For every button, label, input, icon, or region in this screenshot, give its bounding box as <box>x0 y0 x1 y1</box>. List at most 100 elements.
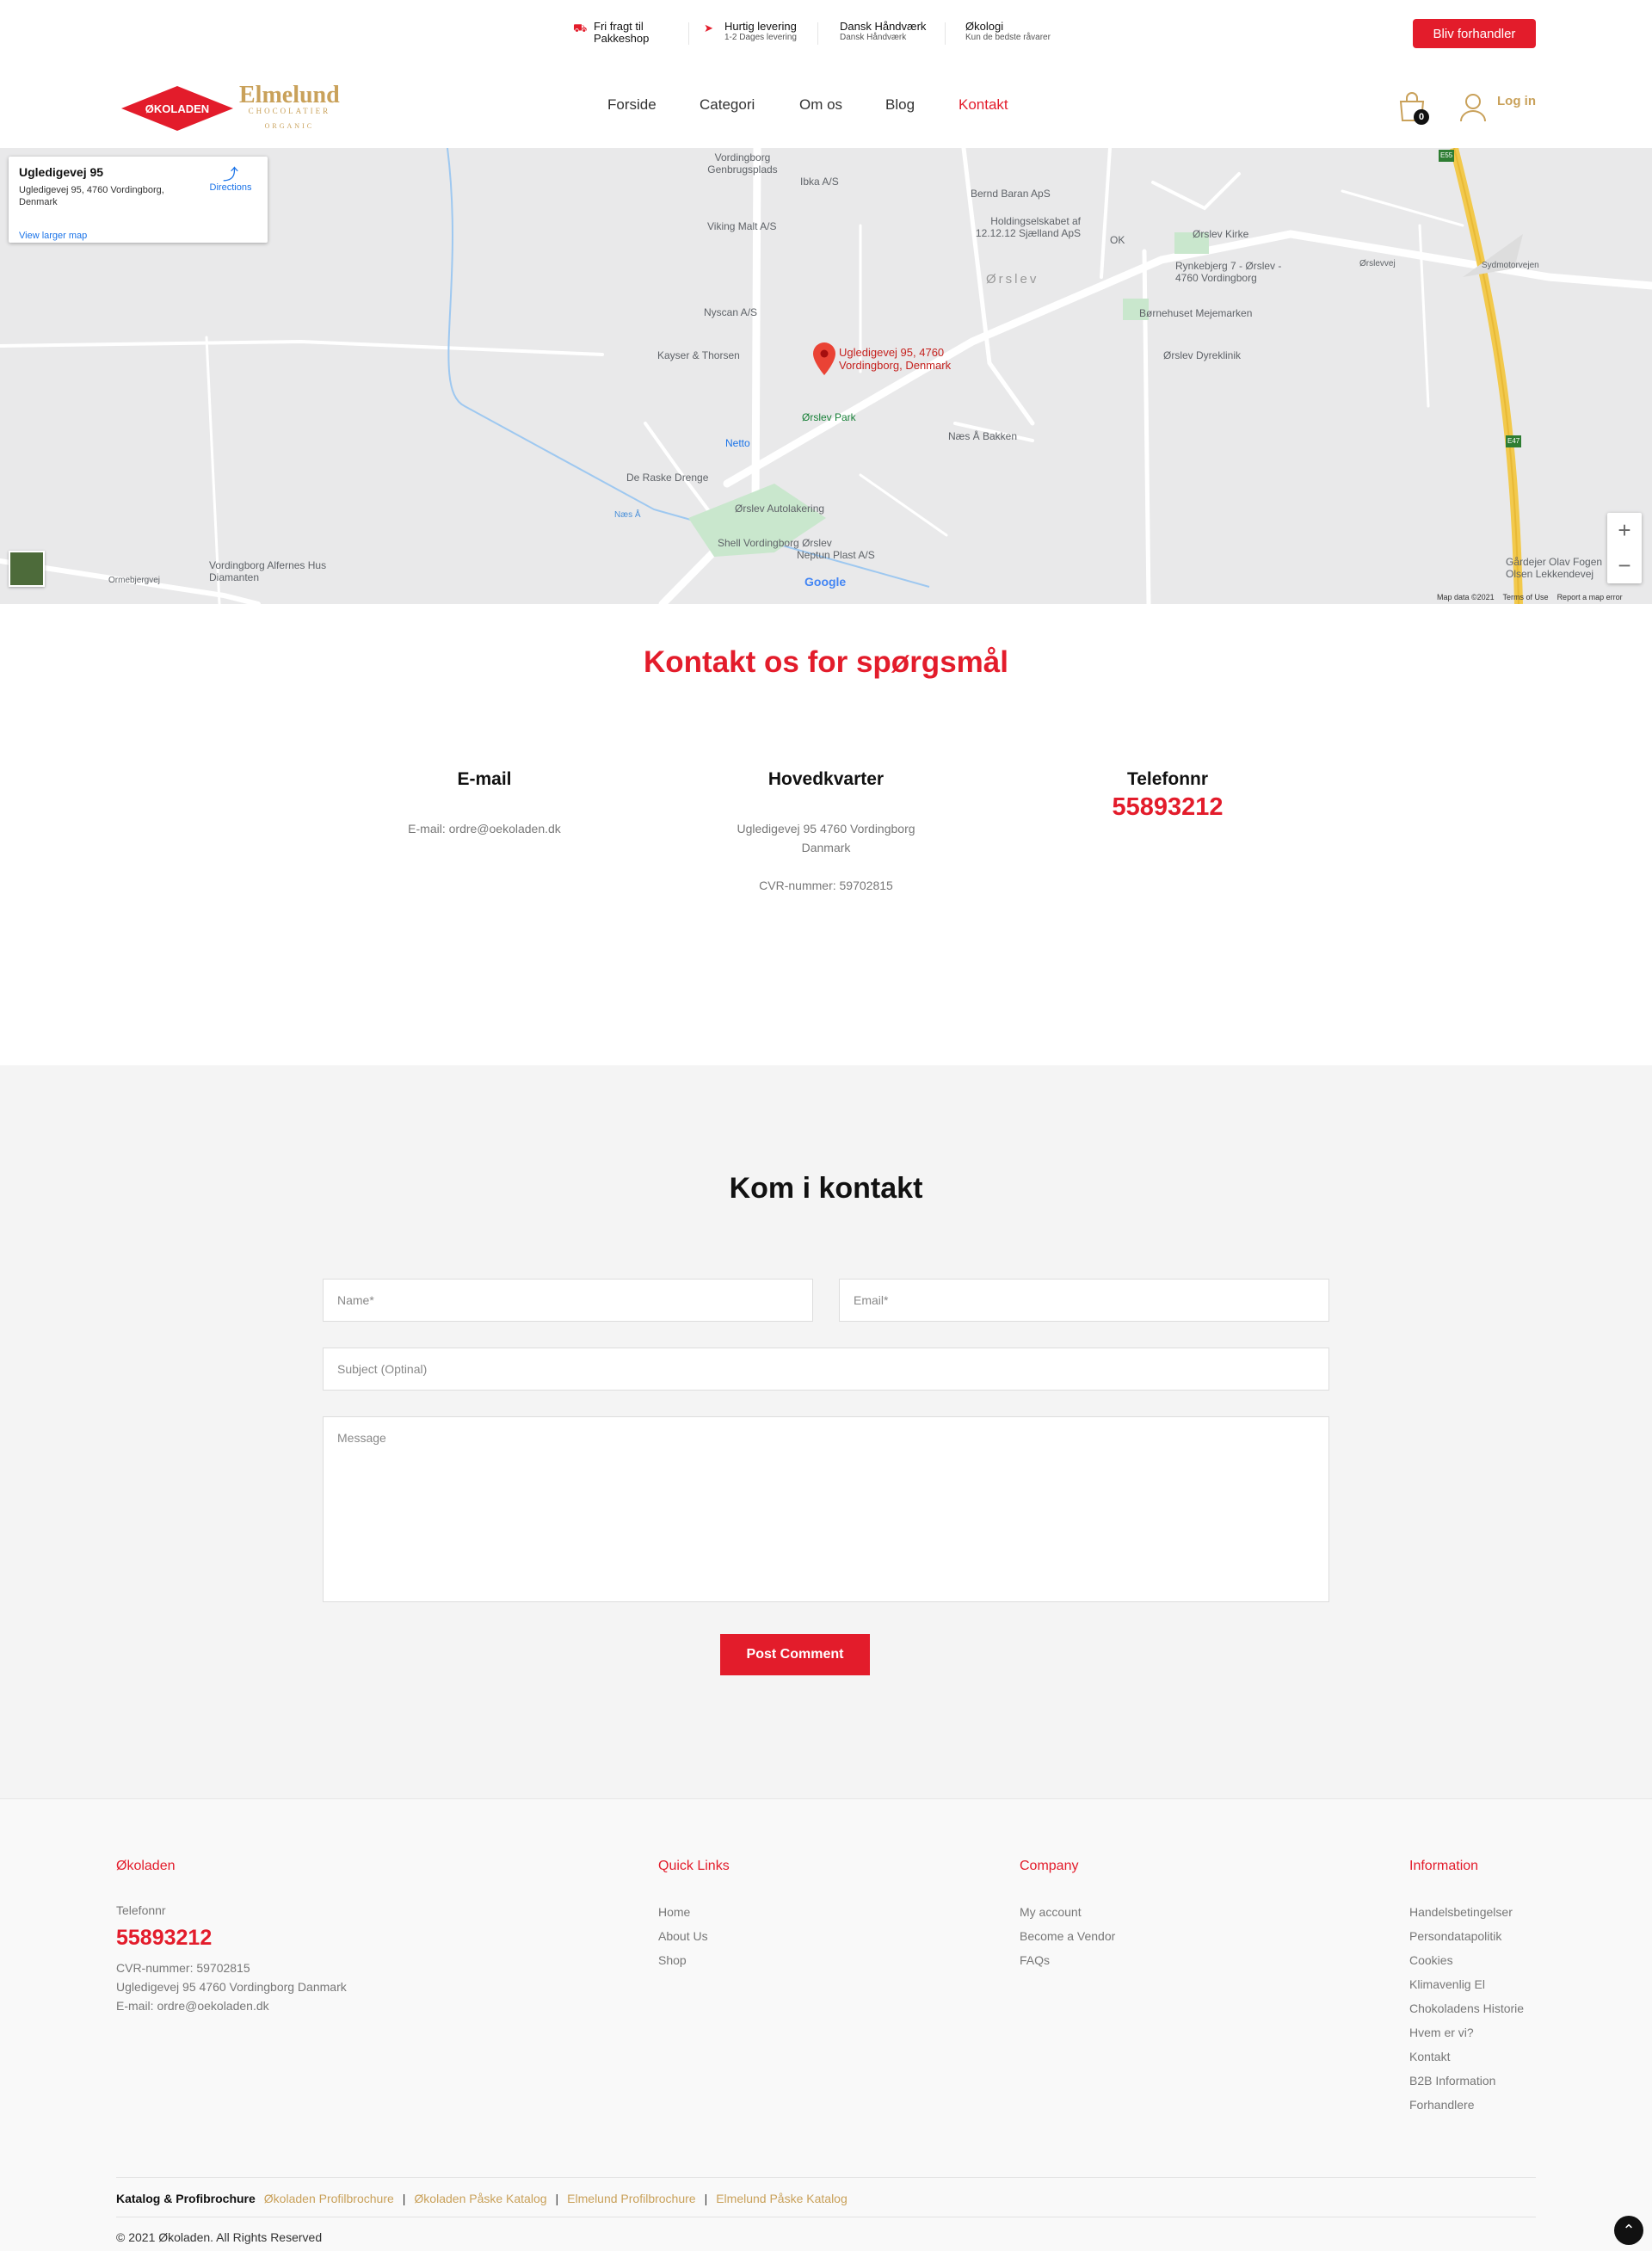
footer-address: Ugledigevej 95 4760 Vordingborg Danmark <box>116 1980 347 1994</box>
elmelund-logo[interactable]: Elmelund CHOCOLATIER ORGANIC <box>239 82 340 131</box>
name-input[interactable]: Name* <box>323 1279 813 1322</box>
rocket-icon: ➤ <box>704 22 713 34</box>
map-place[interactable]: Gårdejer Olav Fogen Olsen Lekkendevej <box>1506 556 1609 580</box>
footer-link-cookies[interactable]: Cookies <box>1409 1948 1524 1972</box>
footer-link-home[interactable]: Home <box>658 1900 708 1924</box>
hq-address-line1: Ugledigevej 95 4760 Vordingborg <box>737 822 915 836</box>
divider <box>688 22 689 45</box>
zoom-in-button[interactable]: + <box>1607 513 1642 548</box>
become-dealer-button[interactable]: Bliv forhandler <box>1413 19 1536 48</box>
zoom-out-button[interactable]: − <box>1607 548 1642 583</box>
post-comment-button[interactable]: Post Comment <box>720 1634 870 1675</box>
map-place[interactable]: Bernd Baran ApS <box>971 188 1051 200</box>
logo-text: ØKOLADEN <box>145 102 209 115</box>
embedded-map[interactable]: Ugledigevej 95 Ugledigevej 95, 4760 Vord… <box>0 148 1652 604</box>
truck-icon: ⛟ <box>573 22 588 34</box>
footer-link-faqs[interactable]: FAQs <box>1020 1948 1115 1972</box>
scroll-to-top-button[interactable]: ⌃ <box>1614 2216 1643 2245</box>
zoom-controls: + − <box>1607 513 1642 583</box>
quick-links-heading: Quick Links <box>658 1859 730 1873</box>
catalog-label: Katalog & Profibrochure <box>116 2192 256 2205</box>
map-place[interactable]: Viking Malt A/S <box>707 220 776 232</box>
phone-link[interactable]: 55893212 <box>1013 793 1322 822</box>
footer-link-persondatapolitik[interactable]: Persondatapolitik <box>1409 1924 1524 1948</box>
map-place[interactable]: Kayser & Thorsen <box>657 349 740 361</box>
map-place[interactable]: Holdingselskabet af 12.12.12 Sjælland Ap… <box>969 215 1081 239</box>
nav-kontakt[interactable]: Kontakt <box>959 96 1008 114</box>
report-map-error-link[interactable]: Report a map error <box>1557 593 1623 601</box>
nav-categori[interactable]: Categori <box>700 96 755 114</box>
map-place[interactable]: Neptun Plast A/S <box>797 549 875 561</box>
map-place[interactable]: Næs Å Bakken <box>948 430 1017 442</box>
elmelund-organic: ORGANIC <box>264 122 315 130</box>
hq-heading: Hovedkvarter <box>767 769 885 789</box>
footer-link-handelsbetingelser[interactable]: Handelsbetingelser <box>1409 1900 1524 1924</box>
map-place[interactable]: Nyscan A/S <box>704 306 757 318</box>
information-links-list: Handelsbetingelser Persondatapolitik Coo… <box>1409 1900 1524 2117</box>
footer-link-kontakt[interactable]: Kontakt <box>1409 2044 1524 2069</box>
footer-email: E-mail: ordre@oekoladen.dk <box>116 1999 269 2013</box>
copyright-text: © 2021 Økoladen. All Rights Reserved <box>116 2230 323 2244</box>
catalog-link[interactable]: Økoladen Profilbrochure <box>264 2192 394 2205</box>
map-place[interactable]: Ørslev Autolakering <box>735 503 824 515</box>
email-input[interactable]: Email* <box>839 1279 1329 1322</box>
hq-address-line2: Danmark <box>801 841 851 854</box>
footer-link-hvem-er-vi[interactable]: Hvem er vi? <box>1409 2020 1524 2044</box>
map-route-badge: E47 <box>1506 435 1522 447</box>
footer-phone-link[interactable]: 55893212 <box>116 1926 212 1951</box>
catalog-link[interactable]: Elmelund Påske Katalog <box>716 2192 848 2205</box>
map-place[interactable]: Shell Vordingborg Ørslev <box>718 537 832 549</box>
usp-craft: Dansk Håndværk Dansk Håndværk <box>840 21 926 43</box>
message-textarea[interactable]: Message <box>323 1416 1329 1602</box>
footer-link-forhandlere[interactable]: Forhandlere <box>1409 2093 1524 2117</box>
elmelund-name: Elmelund <box>239 82 340 108</box>
catalog-link[interactable]: Elmelund Profilbrochure <box>567 2192 695 2205</box>
map-place[interactable]: Ørslev Dyreklinik <box>1163 349 1241 361</box>
quick-links-list: Home About Us Shop <box>658 1900 708 1972</box>
chevron-up-icon: ⌃ <box>1622 2221 1636 2239</box>
map-place[interactable]: Vordingborg Alfernes Hus Diamanten <box>209 559 330 583</box>
map-road: Sydmotorvejen <box>1482 261 1539 270</box>
footer-brand-heading: Økoladen <box>116 1859 176 1873</box>
map-data-text: Map data ©2021 <box>1437 593 1495 601</box>
elmelund-sub: CHOCOLATIER <box>248 107 331 115</box>
footer-link-chokoladens-historie[interactable]: Chokoladens Historie <box>1409 1996 1524 2020</box>
map-place[interactable]: Ørslev Park <box>802 411 856 423</box>
nav-om-os[interactable]: Om os <box>799 96 842 114</box>
terms-link[interactable]: Terms of Use <box>1503 593 1549 601</box>
subject-input[interactable]: Subject (Optinal) <box>323 1348 1329 1391</box>
email-text: E-mail: ordre@oekoladen.dk <box>408 822 561 836</box>
usp-title: Fri fragt til <box>594 20 644 33</box>
map-town: Ørslev <box>986 272 1039 287</box>
company-heading: Company <box>1020 1859 1079 1873</box>
map-place[interactable]: OK <box>1110 234 1125 246</box>
google-logo: Google <box>804 575 847 589</box>
footer-phone-label: Telefonnr <box>116 1903 166 1917</box>
footer-link-about[interactable]: About Us <box>658 1924 708 1948</box>
map-place[interactable]: Ørslev Kirke <box>1193 228 1248 240</box>
map-place[interactable]: Børnehuset Mejemarken <box>1139 307 1252 319</box>
okoladen-logo[interactable]: ØKOLADEN <box>121 86 233 135</box>
separator: | <box>402 2192 406 2205</box>
map-place[interactable]: De Raske Drenge <box>626 472 708 484</box>
account-button[interactable] <box>1459 93 1487 126</box>
footer-link-become-vendor[interactable]: Become a Vendor <box>1020 1924 1115 1948</box>
footer-link-b2b[interactable]: B2B Information <box>1409 2069 1524 2093</box>
map-footer: Map data ©2021 Terms of Use Report a map… <box>1437 593 1623 601</box>
email-column: E-mail E-mail: ordre@oekoladen.dk <box>330 769 639 838</box>
login-link[interactable]: Log in <box>1497 94 1536 108</box>
divider <box>945 22 946 45</box>
hq-column: Hovedkvarter Ugledigevej 95 4760 Vording… <box>671 769 981 895</box>
footer-link-klimavenlig-el[interactable]: Klimavenlig El <box>1409 1972 1524 1996</box>
map-place[interactable]: Rynkebjerg 7 - Ørslev - 4760 Vordingborg <box>1175 260 1296 284</box>
nav-forside[interactable]: Forside <box>607 96 656 114</box>
nav-blog[interactable]: Blog <box>885 96 915 114</box>
footer-link-shop[interactable]: Shop <box>658 1948 708 1972</box>
satellite-toggle[interactable] <box>9 551 45 587</box>
map-place[interactable]: Ibka A/S <box>800 176 839 188</box>
catalog-link[interactable]: Økoladen Påske Katalog <box>414 2192 546 2205</box>
footer-link-my-account[interactable]: My account <box>1020 1900 1115 1924</box>
footer-divider <box>116 2177 1536 2178</box>
map-place[interactable]: Netto <box>725 437 750 449</box>
map-place[interactable]: Vordingborg Genbrugsplads <box>704 151 781 176</box>
